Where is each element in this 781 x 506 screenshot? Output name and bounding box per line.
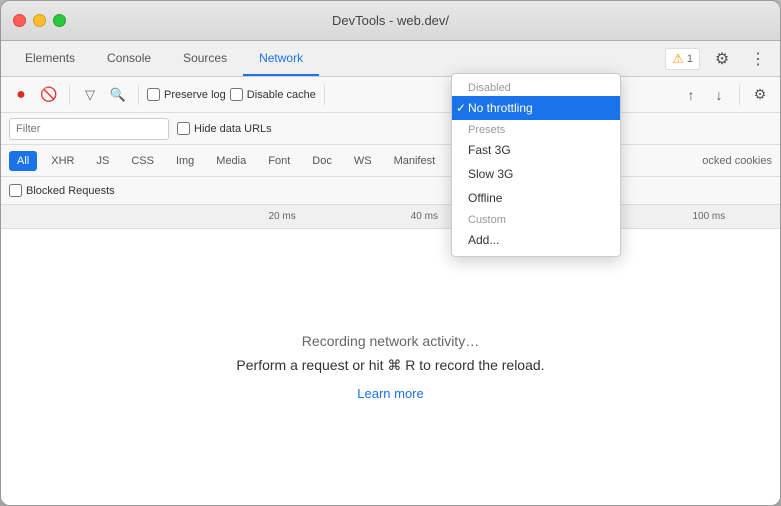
dropdown-item-no-throttling[interactable]: ✓ No throttling [452,96,620,120]
maximize-button[interactable] [53,14,66,27]
tabs-right-actions: ⚠ 1 ⚙ ⋮ [665,41,772,76]
time-marker-20: 20 ms [211,211,353,222]
network-settings-button[interactable]: ⚙ [748,83,772,107]
dropdown-item-offline[interactable]: Offline [452,186,620,210]
stop-recording-button[interactable]: 🚫 [37,83,61,107]
blocked-requests-bar: Blocked Requests [1,177,780,205]
network-toolbar: ● 🚫 ▽ 🔍 Preserve log Disable cache ↑ ↓ ⚙ [1,77,780,113]
settings-icon[interactable]: ⚙ [708,45,736,73]
blocked-requests-checkbox[interactable] [9,184,22,197]
separator-1 [69,85,70,105]
filter-bar: Hide data URLs [1,113,780,145]
window-title: DevTools - web.dev/ [332,13,449,28]
throttle-dropdown: Disabled ✓ No throttling Presets Fast 3G… [451,73,621,257]
tab-network[interactable]: Network [243,41,319,76]
title-bar: DevTools - web.dev/ [1,1,780,41]
checkmark-icon: ✓ [456,101,466,115]
type-btn-manifest[interactable]: Manifest [386,151,444,171]
search-button[interactable]: 🔍 [106,83,130,107]
recording-text: Recording network activity… [302,333,479,349]
download-button[interactable]: ↓ [707,83,731,107]
tab-elements[interactable]: Elements [9,41,91,76]
time-marker-100: 100 ms [638,211,780,222]
perform-text: Perform a request or hit ⌘ R to record t… [236,357,544,374]
separator-2 [138,85,139,105]
timeline-header: 20 ms 40 ms 60 ms 100 ms [1,205,780,229]
dropdown-item-slow-3g[interactable]: Slow 3G [452,162,620,186]
type-btn-xhr[interactable]: XHR [43,151,82,171]
main-content: Recording network activity… Perform a re… [1,229,780,505]
traffic-lights [13,14,66,27]
warning-badge[interactable]: ⚠ 1 [665,48,700,70]
type-btn-ws[interactable]: WS [346,151,380,171]
type-btn-media[interactable]: Media [208,151,254,171]
dropdown-section-presets: Presets [452,120,620,138]
dropdown-section-disabled: Disabled [452,78,620,96]
record-button[interactable]: ● [9,83,33,107]
type-btn-img[interactable]: Img [168,151,202,171]
filter-button[interactable]: ▽ [78,83,102,107]
preserve-log-checkbox[interactable]: Preserve log [147,88,226,101]
blocked-requests-label: Blocked Requests [26,185,115,197]
more-icon[interactable]: ⋮ [744,45,772,73]
tab-sources[interactable]: Sources [167,41,243,76]
dropdown-item-fast-3g[interactable]: Fast 3G [452,138,620,162]
dropdown-item-add[interactable]: Add... [452,228,620,252]
separator-3 [324,85,325,105]
blocked-cookies-label: ocked cookies [702,155,772,167]
type-btn-doc[interactable]: Doc [304,151,340,171]
type-btn-js[interactable]: JS [88,151,117,171]
type-btn-all[interactable]: All [9,151,37,171]
devtools-window: DevTools - web.dev/ Elements Console Sou… [0,0,781,506]
disable-cache-checkbox[interactable]: Disable cache [230,88,316,101]
type-filter-bar: All XHR JS CSS Img Media Font Doc WS Man… [1,145,780,177]
tab-console[interactable]: Console [91,41,167,76]
dropdown-section-custom: Custom [452,210,620,228]
separator-4 [739,85,740,105]
type-btn-css[interactable]: CSS [123,151,162,171]
learn-more-link[interactable]: Learn more [357,386,423,401]
upload-button[interactable]: ↑ [679,83,703,107]
warning-icon: ⚠ [672,51,684,67]
type-btn-font[interactable]: Font [260,151,298,171]
minimize-button[interactable] [33,14,46,27]
filter-input[interactable] [9,118,169,140]
tabs-bar: Elements Console Sources Network ⚠ 1 ⚙ ⋮ [1,41,780,77]
close-button[interactable] [13,14,26,27]
hide-data-urls-checkbox[interactable]: Hide data URLs [177,122,272,135]
